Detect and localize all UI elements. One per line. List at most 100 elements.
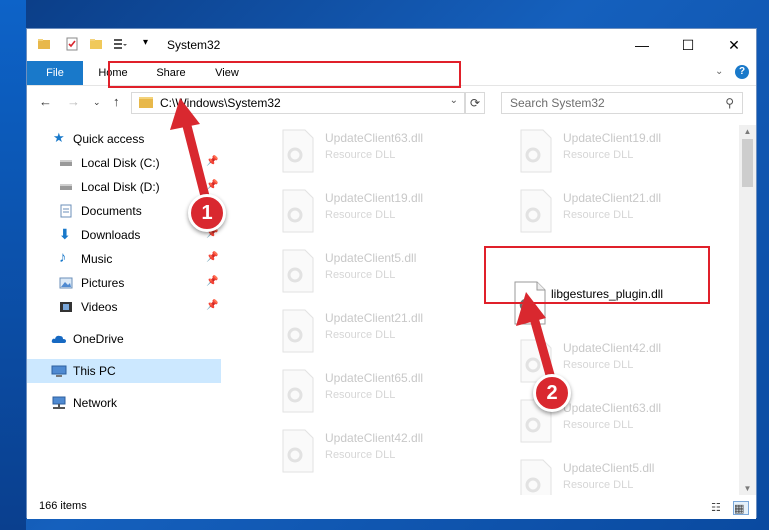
pin-icon: 📌 [206,156,219,167]
scroll-up-icon[interactable]: ▲ [739,127,756,136]
dll-file-icon [520,129,552,173]
list-item[interactable]: UpdateClient5.dll Resource DLL [251,247,471,299]
tab-file[interactable]: File [27,61,83,85]
step-1-badge: 1 [188,194,226,232]
list-item[interactable]: UpdateClient65.dll Resource DLL [251,367,471,419]
large-icons-view-icon[interactable]: ▦ [733,501,749,515]
forward-button[interactable]: → [67,94,80,109]
up-button[interactable]: ↑ [113,94,120,109]
nav-item-local-disk-d[interactable]: Local Disk (D:) 📌 [27,175,221,199]
list-item[interactable]: UpdateClient19.dll Resource DLL [489,127,709,179]
drive-icon [60,160,72,166]
nav-label: Music [81,252,113,266]
vertical-scrollbar[interactable]: ▲ ▼ [739,125,756,495]
nav-label: Pictures [81,276,125,290]
documents-icon [60,204,72,218]
file-type: Resource DLL [325,149,396,161]
file-name: UpdateClient19.dll [563,131,662,145]
nav-item-videos[interactable]: Videos 📌 [27,295,221,319]
pin-icon: 📌 [206,300,219,311]
nav-label: Quick access [73,132,145,146]
back-button[interactable]: ← [39,94,52,109]
nav-label: Documents [81,204,142,218]
list-item[interactable]: UpdateClient63.dll Resource DLL [489,397,709,449]
search-icon: ⚲ [725,96,734,110]
file-name: UpdateClient21.dll [325,311,424,325]
new-folder-icon[interactable] [89,37,103,51]
navigation-pane: ★ Quick access Local Disk (C:) 📌 Local D… [27,125,221,495]
file-type: Resource DLL [325,209,396,221]
file-type: Resource DLL [563,479,634,491]
pin-icon: 📌 [206,180,219,191]
list-item[interactable]: UpdateClient21.dll Resource DLL [489,187,709,239]
file-list: UpdateClient63.dll Resource DLL UpdateCl… [223,125,739,495]
file-name: UpdateClient5.dll [563,461,655,475]
nav-item-network[interactable]: Network [27,391,221,415]
file-type: Resource DLL [563,149,634,161]
nav-item-onedrive[interactable]: OneDrive [27,327,221,351]
refresh-button[interactable]: ⟳ [465,92,485,114]
desktop-background [0,0,26,530]
pin-icon: 📌 [206,252,219,263]
dll-file-icon [520,459,552,495]
nav-item-this-pc[interactable]: This PC [27,359,221,383]
nav-label: OneDrive [73,332,124,346]
file-name: UpdateClient63.dll [563,401,662,415]
search-placeholder: Search System32 [510,96,605,110]
list-item[interactable]: UpdateClient19.dll Resource DLL [251,187,471,239]
list-item[interactable]: UpdateClient42.dll Resource DLL [251,427,471,479]
search-input[interactable]: Search System32 ⚲ [501,92,743,114]
address-dropdown-icon[interactable]: ⌄ [450,95,458,106]
expand-ribbon-icon[interactable]: ⌄ [715,66,723,77]
customize-toolbar-icon[interactable]: ▾ [143,37,148,48]
list-item[interactable]: UpdateClient63.dll Resource DLL [251,127,471,179]
dll-file-icon [282,309,314,353]
star-icon: ★ [53,130,65,145]
minimize-button[interactable]: — [619,29,665,61]
file-type: Resource DLL [325,389,396,401]
file-highlight-box [484,246,710,304]
list-item[interactable]: UpdateClient5.dll Resource DLL [489,457,709,495]
nav-label: Local Disk (D:) [81,180,160,194]
nav-label: Downloads [81,228,141,242]
status-bar: 166 items ☷ ▦ [27,497,756,519]
folder-icon [139,97,153,108]
item-count: 166 items [39,500,87,512]
properties-icon[interactable] [65,37,79,51]
dll-file-icon [282,429,314,473]
pin-icon: 📌 [206,276,219,287]
nav-label: This PC [73,364,116,378]
computer-icon [51,365,67,377]
list-item[interactable]: UpdateClient42.dll Resource DLL [489,337,709,389]
dll-file-icon [282,369,314,413]
drive-icon [60,184,72,190]
nav-item-local-disk-c[interactable]: Local Disk (C:) 📌 [27,151,221,175]
close-button[interactable]: ✕ [711,29,757,61]
recent-locations-icon[interactable]: ⌄ [93,97,101,108]
dll-file-icon [282,129,314,173]
pictures-icon [59,277,73,289]
nav-item-pictures[interactable]: Pictures 📌 [27,271,221,295]
title-bar: ▾ System32 — ☐ ✕ [27,29,756,61]
address-path: C:\Windows\System32 [160,96,281,110]
file-type: Resource DLL [325,269,396,281]
file-name: UpdateClient19.dll [325,191,424,205]
details-view-icon[interactable]: ☷ [711,501,725,514]
scroll-thumb[interactable] [742,139,753,187]
nav-item-music[interactable]: ♪ Music 📌 [27,247,221,271]
list-item[interactable]: UpdateClient21.dll Resource DLL [251,307,471,359]
maximize-button[interactable]: ☐ [665,29,711,61]
file-name: UpdateClient42.dll [563,341,662,355]
scroll-down-icon[interactable]: ▼ [739,484,756,493]
address-bar[interactable]: C:\Windows\System32 ⌄ [131,92,465,114]
nav-label: Local Disk (C:) [81,156,160,170]
nav-item-downloads[interactable]: ⬇ Downloads 📌 [27,223,221,247]
cloud-icon [51,335,66,343]
folder-icon [38,39,50,49]
file-type: Resource DLL [325,329,396,341]
nav-item-quick-access[interactable]: ★ Quick access [27,127,221,151]
file-name: UpdateClient21.dll [563,191,662,205]
quick-access-menu-icon[interactable] [113,37,127,51]
help-icon[interactable]: ? [735,65,749,79]
navigation-bar: ← → ⌄ ↑ C:\Windows\System32 ⌄ ⟳ Search S… [27,86,756,120]
